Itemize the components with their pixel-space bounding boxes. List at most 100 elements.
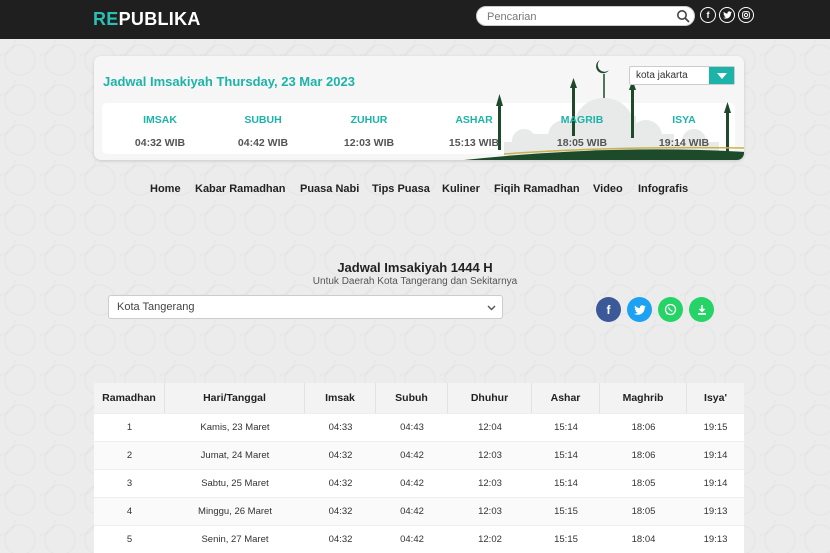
table-row: 1 Kamis, 23 Maret 04:33 04:43 12:04 15:1… bbox=[94, 413, 744, 441]
table-cell: 2 bbox=[126, 450, 133, 461]
search-box bbox=[476, 6, 695, 26]
republika-logo[interactable]: REPUBLIKA bbox=[93, 9, 201, 30]
table-cell: 04:42 bbox=[400, 506, 424, 517]
table-cell: 12:03 bbox=[478, 450, 502, 461]
column-header: Maghrib bbox=[600, 383, 687, 413]
city-dropdown[interactable]: kota jakarta bbox=[629, 66, 735, 85]
table-cell: 04:42 bbox=[400, 450, 424, 461]
table-cell: 18:06 bbox=[631, 450, 656, 461]
prayer-name: IMSAK bbox=[143, 114, 177, 126]
instagram-icon[interactable] bbox=[738, 7, 754, 23]
table-cell: 15:14 bbox=[554, 478, 578, 489]
table-cell: Minggu, 26 Maret bbox=[198, 506, 272, 517]
table-cell: 15:14 bbox=[554, 422, 578, 433]
table-cell: Jumat, 24 Maret bbox=[200, 450, 270, 461]
table-cell: 04:42 bbox=[400, 534, 424, 545]
table-cell: 19:13 bbox=[703, 534, 728, 545]
table-cell: 19:14 bbox=[703, 478, 728, 489]
main-nav: Home Kabar Ramadhan Puasa Nabi Tips Puas… bbox=[0, 183, 830, 197]
table-row: 3 Sabtu, 25 Maret 04:32 04:42 12:03 15:1… bbox=[94, 469, 744, 497]
prayer-time-value: 04:42 WIB bbox=[237, 137, 289, 149]
table-cell: 1 bbox=[126, 422, 133, 433]
table-cell: 18:06 bbox=[631, 422, 656, 433]
prayer-time-isya: ISYA 19:14 WIB bbox=[639, 114, 729, 149]
table-row: 4 Minggu, 26 Maret 04:32 04:42 12:03 15:… bbox=[94, 497, 744, 525]
download-icon[interactable] bbox=[689, 297, 714, 322]
table-cell: 19:15 bbox=[703, 422, 728, 433]
chevron-down-icon[interactable] bbox=[709, 67, 734, 84]
prayer-name: MAGRIB bbox=[560, 114, 604, 126]
share-whatsapp-icon[interactable] bbox=[658, 297, 683, 322]
table-header: Ramadhan Hari/Tanggal Imsak Subuh Dhuhur… bbox=[94, 383, 744, 413]
nav-video[interactable]: Video bbox=[593, 183, 623, 195]
nav-kabar-ramadhan[interactable]: Kabar Ramadhan bbox=[195, 183, 285, 195]
table-cell: 18:05 bbox=[631, 478, 656, 489]
table-cell: 19:14 bbox=[703, 450, 728, 461]
table-cell: 12:04 bbox=[478, 422, 502, 433]
table-cell: 19:13 bbox=[703, 506, 728, 517]
nav-tips-puasa[interactable]: Tips Puasa bbox=[372, 183, 430, 195]
nav-puasa-nabi[interactable]: Puasa Nabi bbox=[300, 183, 359, 195]
prayer-name: ISYA bbox=[672, 114, 696, 126]
table-cell: 15:15 bbox=[554, 534, 578, 545]
table-cell: 15:14 bbox=[554, 450, 578, 461]
share-twitter-icon[interactable] bbox=[627, 297, 652, 322]
table-cell: 4 bbox=[126, 506, 133, 517]
city-dropdown-value: kota jakarta bbox=[636, 70, 688, 81]
prayer-time-zuhur: ZUHUR 12:03 WIB bbox=[324, 114, 414, 149]
table-cell: 04:32 bbox=[328, 478, 353, 489]
facebook-icon[interactable]: f bbox=[700, 7, 716, 23]
region-select[interactable]: Kota Tangerang bbox=[108, 295, 503, 319]
table-cell: 5 bbox=[126, 534, 133, 545]
schedule-title: Jadwal Imsakiyah 1444 H bbox=[337, 260, 493, 275]
prayer-time-magrib: MAGRIB 18:05 WIB bbox=[537, 114, 627, 149]
prayer-times-card: Jadwal Imsakiyah Thursday, 23 Mar 2023 k… bbox=[94, 56, 744, 160]
prayer-name: ASHAR bbox=[455, 114, 493, 126]
prayer-time-value: 12:03 WIB bbox=[343, 137, 395, 149]
search-icon[interactable] bbox=[676, 9, 690, 23]
share-facebook-icon[interactable]: f bbox=[596, 297, 621, 322]
prayer-name: SUBUH bbox=[244, 114, 282, 126]
table-cell: 04:33 bbox=[328, 422, 353, 433]
nav-infografis[interactable]: Infografis bbox=[638, 183, 688, 195]
table-cell: 04:32 bbox=[328, 450, 353, 461]
table-cell: Sabtu, 25 Maret bbox=[201, 478, 269, 489]
search-input[interactable] bbox=[487, 9, 667, 24]
column-header: Dhuhur bbox=[448, 383, 532, 413]
prayer-time-imsak: IMSAK 04:32 WIB bbox=[115, 114, 205, 149]
column-header: Isya' bbox=[704, 392, 727, 404]
table-cell: 12:03 bbox=[478, 478, 502, 489]
column-header: Ashar bbox=[532, 383, 600, 413]
column-header: Imsak bbox=[305, 383, 376, 413]
prayer-name: ZUHUR bbox=[350, 114, 388, 126]
prayer-card-title: Jadwal Imsakiyah Thursday, 23 Mar 2023 bbox=[103, 74, 355, 89]
table-cell: 12:02 bbox=[478, 534, 502, 545]
table-cell: 04:32 bbox=[328, 534, 353, 545]
nav-kuliner[interactable]: Kuliner bbox=[442, 183, 480, 195]
table-cell: 18:04 bbox=[631, 534, 656, 545]
prayer-time-ashar: ASHAR 15:13 WIB bbox=[429, 114, 519, 149]
prayer-time-subuh: SUBUH 04:42 WIB bbox=[218, 114, 308, 149]
table-cell: 04:42 bbox=[400, 478, 424, 489]
table-cell: Senin, 27 Maret bbox=[201, 534, 269, 545]
logo-re: RE bbox=[93, 9, 119, 29]
prayer-time-value: 19:14 WIB bbox=[658, 137, 710, 149]
schedule-subtitle: Untuk Daerah Kota Tangerang dan Sekitarn… bbox=[312, 276, 518, 287]
column-header: Subuh bbox=[376, 383, 448, 413]
nav-fiqih-ramadhan[interactable]: Fiqih Ramadhan bbox=[494, 183, 580, 195]
chevron-down-icon bbox=[487, 305, 496, 311]
prayer-time-value: 18:05 WIB bbox=[556, 137, 608, 149]
table-cell: 04:32 bbox=[328, 506, 353, 517]
prayer-time-value: 04:32 WIB bbox=[134, 137, 186, 149]
table-row: 2 Jumat, 24 Maret 04:32 04:42 12:03 15:1… bbox=[94, 441, 744, 469]
table-cell: 3 bbox=[126, 478, 133, 489]
region-select-value: Kota Tangerang bbox=[117, 301, 195, 313]
table-cell: 15:15 bbox=[554, 506, 578, 517]
column-header: Hari/Tanggal bbox=[165, 383, 305, 413]
nav-home[interactable]: Home bbox=[150, 183, 181, 195]
top-bar: REPUBLIKA f bbox=[0, 0, 830, 39]
column-header: Ramadhan bbox=[94, 383, 165, 413]
table-cell: 04:43 bbox=[400, 422, 424, 433]
table-cell: 12:03 bbox=[478, 506, 502, 517]
twitter-icon[interactable] bbox=[719, 7, 735, 23]
